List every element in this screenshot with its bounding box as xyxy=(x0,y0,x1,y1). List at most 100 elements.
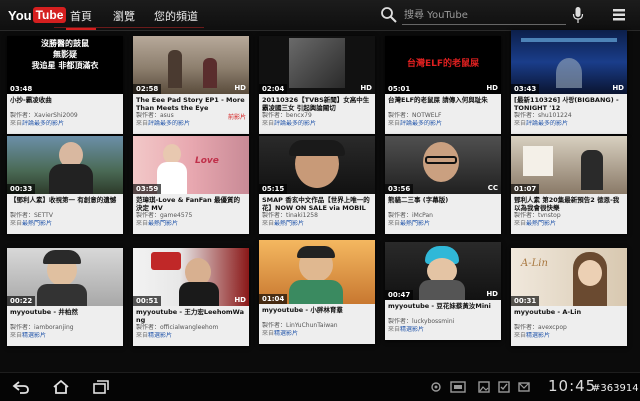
video-title[interactable]: myyoutube - 小胖林育羣 xyxy=(262,306,372,322)
video-title[interactable]: [最新110326] 사랑(BIGBANG) - TONIGHT '12 xyxy=(514,96,624,112)
video-title[interactable]: myyoutube - A-Lin xyxy=(514,308,624,324)
search-icon[interactable] xyxy=(380,6,398,24)
video-card[interactable]: 00:33 【鄧利人素】收視第一 有創意的遺憾 製作者：SETTV 來自最熱門影… xyxy=(7,136,123,234)
source-label: 來自 xyxy=(10,332,23,339)
video-card[interactable]: 05:15 SMAP 香玄中文作品【世界上唯一的花】NOW ON SALE vi… xyxy=(259,136,375,234)
video-title[interactable]: 范瑋琪-Love & FanFan 最優質的決定 MV xyxy=(136,196,246,212)
tab-underline xyxy=(54,27,204,28)
video-thumbnail[interactable]: 02:04 HD xyxy=(259,36,375,94)
tab-home[interactable]: 首頁 xyxy=(66,8,96,30)
video-title[interactable]: The Eee Pad Story EP1 - More Than Meets … xyxy=(136,96,246,112)
video-thumbnail[interactable]: 00:22 xyxy=(7,248,123,306)
youtube-logo[interactable]: You Tube xyxy=(8,6,67,24)
video-thumbnail[interactable]: 沒勝醫的鼓鼠 無影疑 我追星 非都頂滿衣 03:48 xyxy=(7,36,123,94)
video-card[interactable]: 02:04 HD 20110326【TVBS新聞】女高中生霸凌國三女 引起輿論關… xyxy=(259,36,375,134)
video-source[interactable]: 精選影片 xyxy=(148,332,172,339)
video-title[interactable]: myyoutube - 王力宏LeehomWang xyxy=(136,308,246,324)
video-meta: myyoutube - 王力宏LeehomWang 製作者：officialwa… xyxy=(133,306,249,346)
recent-apps-icon[interactable] xyxy=(92,379,110,395)
video-source[interactable]: 最熱門影片 xyxy=(22,220,52,227)
video-meta: 台灣ELF的老鼠屎 請傳入何與耻朱 製作者：NOTWELF 來自評論最多的影片 xyxy=(385,94,501,134)
video-title[interactable]: myyoutube - 豆花妹蔡黃汝Mini xyxy=(388,302,498,318)
video-author: 製作者：iamboranjing xyxy=(10,324,74,331)
source-label: 來自 xyxy=(262,220,275,227)
video-title[interactable]: 20110326【TVBS新聞】女高中生霸凌國三女 引起輿論關切 xyxy=(262,96,372,112)
video-source[interactable]: 最熱門影片 xyxy=(148,220,178,227)
video-source[interactable]: 最熱門影片 xyxy=(526,220,556,227)
watermark: #363914 xyxy=(592,383,639,394)
video-duration: 02:58 xyxy=(133,84,162,94)
video-source[interactable]: 最熱門影片 xyxy=(400,220,430,227)
video-thumbnail[interactable]: 01:04 xyxy=(259,240,375,304)
video-duration: 05:01 xyxy=(385,84,414,94)
clock: 10:45 xyxy=(548,377,597,395)
video-thumbnail[interactable]: 00:33 xyxy=(7,136,123,194)
video-source[interactable]: 評論最多的影片 xyxy=(400,120,442,127)
mic-icon[interactable] xyxy=(572,6,584,24)
search-input[interactable] xyxy=(402,6,566,25)
home-icon[interactable] xyxy=(52,379,70,395)
video-card[interactable]: 01:04 myyoutube - 小胖林育羣 製作者：LinYuChunTai… xyxy=(259,240,375,344)
tab-your-channel[interactable]: 您的頻道 xyxy=(154,8,198,24)
video-title[interactable]: 小抄-霸凌收曲 xyxy=(10,96,120,112)
video-card[interactable]: 03:56 CC 熊貓二三事 (字幕版) 製作者：iMcPan 來自最熱門影片 xyxy=(385,136,501,234)
video-source[interactable]: 精選影片 xyxy=(400,326,424,333)
video-title[interactable]: 台灣ELF的老鼠屎 請傳入何與耻朱 xyxy=(388,96,498,112)
video-title[interactable]: SMAP 香玄中文作品【世界上唯一的花】NOW ON SALE via MOBI… xyxy=(262,196,372,212)
thumbnail-caption: 台灣ELF的老鼠屎 xyxy=(406,59,480,69)
video-title[interactable]: 熊貓二三事 (字幕版) xyxy=(388,196,498,212)
checkbox-icon xyxy=(498,381,510,393)
video-duration: 03:59 xyxy=(133,184,162,194)
video-source[interactable]: 評論最多的影片 xyxy=(22,120,64,127)
video-source[interactable]: 評論最多的影片 xyxy=(526,120,568,127)
video-thumbnail[interactable]: 00:47 HD xyxy=(385,242,501,300)
video-duration: 03:48 xyxy=(7,84,36,94)
video-title[interactable]: 【鄧利人素】收視第一 有創意的遺憾 xyxy=(10,196,120,212)
video-duration: 01:04 xyxy=(259,294,288,304)
location-icon xyxy=(431,382,441,392)
source-label: 來自 xyxy=(10,120,23,127)
video-thumbnail[interactable]: Love 03:59 xyxy=(133,136,249,194)
video-card[interactable]: 00:51 HD myyoutube - 王力宏LeehomWang 製作者：o… xyxy=(133,248,249,346)
tab-browse[interactable]: 瀏覽 xyxy=(113,8,135,24)
video-card[interactable]: 03:43 HD [最新110326] 사랑(BIGBANG) - TONIGH… xyxy=(511,30,627,134)
video-source[interactable]: 評論最多的影片 xyxy=(148,120,190,127)
back-icon[interactable] xyxy=(12,379,30,395)
video-card[interactable]: 01:07 鄧利人素 第20集最新預告2 徳恩-我以為我會很快樂 製作者：tvn… xyxy=(511,136,627,234)
video-card[interactable]: 02:58 HD The Eee Pad Story EP1 - More Th… xyxy=(133,36,249,134)
video-card[interactable]: A-Lin 00:31 myyoutube - A-Lin 製作者：avexcp… xyxy=(511,248,627,346)
video-thumbnail[interactable]: 05:15 xyxy=(259,136,375,194)
menu-icon[interactable] xyxy=(612,8,626,22)
video-source[interactable]: 精選影片 xyxy=(22,332,46,339)
source-label: 來自 xyxy=(388,220,401,227)
video-card[interactable]: 00:22 myyoutube - 井柏然 製作者：iamboranjing 來… xyxy=(7,248,123,346)
video-duration: 00:33 xyxy=(7,184,36,194)
video-author: 製作者：game4575 xyxy=(136,212,193,219)
video-duration: 01:07 xyxy=(511,184,540,194)
video-thumbnail[interactable]: 台灣ELF的老鼠屎 05:01 HD xyxy=(385,36,501,94)
video-title[interactable]: myyoutube - 井柏然 xyxy=(10,308,120,324)
thumbnail-caption: Love xyxy=(195,156,219,166)
video-thumbnail[interactable]: 01:07 xyxy=(511,136,627,194)
video-duration: 03:43 xyxy=(511,84,540,94)
video-thumbnail[interactable]: 02:58 HD xyxy=(133,36,249,94)
video-thumbnail[interactable]: 00:51 HD xyxy=(133,248,249,306)
video-author: 製作者：bencx79 xyxy=(262,112,312,119)
video-card[interactable]: 00:47 HD myyoutube - 豆花妹蔡黃汝Mini 製作者：luck… xyxy=(385,242,501,340)
video-source[interactable]: 評論最多的影片 xyxy=(274,120,316,127)
video-thumbnail[interactable]: 03:56 CC xyxy=(385,136,501,194)
video-thumbnail[interactable]: A-Lin 00:31 xyxy=(511,248,627,306)
video-source[interactable]: 精選影片 xyxy=(526,332,550,339)
video-card[interactable]: 沒勝醫的鼓鼠 無影疑 我追星 非都頂滿衣 03:48 小抄-霸凌收曲 製作者：X… xyxy=(7,36,123,134)
gallery-icon xyxy=(478,381,490,393)
source-label: 來自 xyxy=(262,120,275,127)
video-source[interactable]: 最熱門影片 xyxy=(274,220,304,227)
video-title[interactable]: 鄧利人素 第20集最新預告2 徳恩-我以為我會很快樂 xyxy=(514,196,624,212)
video-flag: 前影片 xyxy=(227,114,246,121)
video-meta: myyoutube - 小胖林育羣 製作者：LinYuChunTaiwan 來自… xyxy=(259,304,375,344)
video-card[interactable]: Love 03:59 范瑋琪-Love & FanFan 最優質的決定 MV 製… xyxy=(133,136,249,234)
video-meta: 鄧利人素 第20集最新預告2 徳恩-我以為我會很快樂 製作者：tvnstop 來… xyxy=(511,194,627,234)
video-thumbnail[interactable]: 03:43 HD xyxy=(511,30,627,94)
video-card[interactable]: 台灣ELF的老鼠屎 05:01 HD 台灣ELF的老鼠屎 請傳入何與耻朱 製作者… xyxy=(385,36,501,134)
video-source[interactable]: 精選影片 xyxy=(274,330,298,337)
